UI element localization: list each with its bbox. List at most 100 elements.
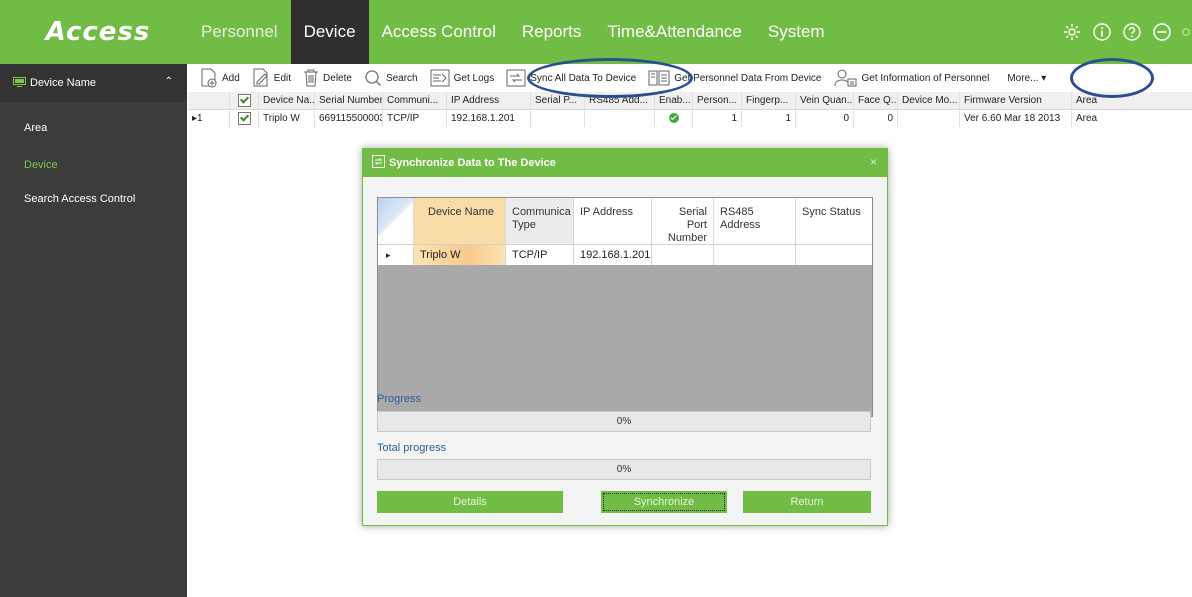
sync-all-label: Sync All Data To Device <box>530 72 637 84</box>
synchronize-button[interactable]: Synchronize <box>601 491 727 513</box>
header-device-name[interactable]: Device Na... <box>259 92 315 109</box>
cell-serial-number: 6691155000034 <box>315 110 383 127</box>
sync-dialog: Synchronize Data to The Device × Device … <box>362 148 888 526</box>
menu-personnel[interactable]: Personnel <box>188 0 291 64</box>
get-personnel-label: Get Personnel Data From Device <box>674 72 822 84</box>
header-serial-port[interactable]: Serial P... <box>531 92 585 109</box>
header-index <box>188 92 230 109</box>
delete-label: Delete <box>323 72 352 84</box>
header-communication[interactable]: Communi... <box>383 92 447 109</box>
header-rs485[interactable]: RS485 Add... <box>585 92 655 109</box>
monitor-icon <box>13 76 26 90</box>
table-header: Device Na... Serial Number Communi... IP… <box>188 92 1192 110</box>
cell-device-name: Triplo W <box>259 110 315 127</box>
header-firmware[interactable]: Firmware Version <box>960 92 1072 109</box>
row-checkbox[interactable] <box>230 110 259 127</box>
minimize-icon[interactable] <box>1152 22 1172 42</box>
cell-communication-type: TCP/IP <box>506 245 574 265</box>
cell-device-name: Triplo W <box>414 245 506 265</box>
sync-icon <box>506 69 526 87</box>
collapse-icon[interactable]: ⌃ <box>165 76 173 87</box>
sidebar: Device Name ⌃ Area Device Search Access … <box>0 64 187 597</box>
grid-corner <box>378 198 414 244</box>
cell-device-model <box>898 110 960 127</box>
header-rs485-address[interactable]: RS485 Address <box>714 198 796 244</box>
dialog-device-grid: Device Name Communica Type IP Address Se… <box>377 197 873 417</box>
get-information-button[interactable]: Get Information of Personnel <box>833 64 989 92</box>
dialog-grid-row[interactable]: ▸ Triplo W TCP/IP 192.168.1.201 <box>378 244 872 265</box>
menu-access-control[interactable]: Access Control <box>369 0 509 64</box>
details-button[interactable]: Details <box>377 491 563 513</box>
gear-icon[interactable] <box>1062 22 1082 42</box>
sidebar-item-area[interactable]: Area <box>24 122 47 134</box>
cell-ip-address: 192.168.1.201 <box>574 245 652 265</box>
edit-label: Edit <box>273 72 292 84</box>
header-select-all[interactable] <box>230 92 259 109</box>
app-logo: Access <box>45 17 151 47</box>
get-logs-button[interactable]: Get Logs <box>430 64 495 92</box>
close-icon[interactable] <box>1182 22 1190 42</box>
checkbox-icon[interactable] <box>237 112 251 125</box>
edit-button[interactable]: Edit <box>252 64 291 92</box>
sync-all-data-button[interactable]: Sync All Data To Device <box>506 64 636 92</box>
cell-communication: TCP/IP <box>383 110 447 127</box>
sidebar-header-label: Device Name <box>30 77 97 89</box>
header-area[interactable]: Area <box>1072 92 1132 109</box>
header-vein[interactable]: Vein Quan... <box>796 92 854 109</box>
info-icon[interactable] <box>1092 22 1112 42</box>
row-marker-icon: ▸ <box>378 245 414 265</box>
sidebar-header[interactable]: Device Name ⌃ <box>0 64 187 102</box>
cell-serial-port <box>531 110 585 127</box>
delete-button[interactable]: Delete <box>303 64 352 92</box>
dialog-titlebar[interactable]: Synchronize Data to The Device × <box>363 149 887 177</box>
edit-icon <box>252 68 270 88</box>
cell-ip-address: 192.168.1.201 <box>447 110 531 127</box>
cell-rs485 <box>585 110 655 127</box>
dialog-grid-header: Device Name Communica Type IP Address Se… <box>378 198 872 244</box>
total-progress-bar: 0% <box>377 459 871 480</box>
main-menu: Personnel Device Access Control Reports … <box>188 0 838 64</box>
header-ip-address[interactable]: IP Address <box>447 92 531 109</box>
cell-vein: 0 <box>796 110 854 127</box>
menu-system[interactable]: System <box>755 0 838 64</box>
device-table: Device Na... Serial Number Communi... IP… <box>188 92 1192 127</box>
table-row[interactable]: ▸1 Triplo W 6691155000034 TCP/IP 192.168… <box>188 110 1192 127</box>
progress-label: Progress <box>377 393 422 405</box>
top-bar: Access Personnel Device Access Control R… <box>0 0 1192 64</box>
menu-device[interactable]: Device <box>290 0 369 64</box>
person-info-icon <box>833 68 857 88</box>
sync-dialog-icon <box>372 155 385 171</box>
header-device-model[interactable]: Device Mo... <box>898 92 960 109</box>
add-icon <box>200 68 218 88</box>
get-personnel-data-button[interactable]: Get Personnel Data From Device <box>648 64 821 92</box>
return-button[interactable]: Return <box>743 491 871 513</box>
header-fingerprint[interactable]: Fingerp... <box>742 92 796 109</box>
header-enabled[interactable]: Enab... <box>655 92 693 109</box>
header-face[interactable]: Face Q... <box>854 92 898 109</box>
header-serial-port-number[interactable]: Serial Port Number <box>652 198 714 244</box>
row-index: ▸1 <box>188 110 230 127</box>
get-logs-label: Get Logs <box>453 72 495 84</box>
cell-face: 0 <box>854 110 898 127</box>
header-ip-address[interactable]: IP Address <box>574 198 652 244</box>
help-icon[interactable] <box>1122 22 1142 42</box>
menu-reports[interactable]: Reports <box>509 0 595 64</box>
header-communication-type[interactable]: Communica Type <box>506 198 574 244</box>
more-dropdown[interactable]: More... ▾ <box>1003 64 1046 92</box>
header-device-name[interactable]: Device Name <box>414 198 506 244</box>
cell-firmware: Ver 6.60 Mar 18 2013 <box>960 110 1072 127</box>
header-sync-status[interactable]: Sync Status <box>796 198 872 244</box>
total-progress-label: Total progress <box>377 442 447 454</box>
header-person[interactable]: Person... <box>693 92 742 109</box>
enabled-check-icon <box>668 113 679 123</box>
close-icon[interactable]: × <box>870 155 877 169</box>
search-button[interactable]: Search <box>364 64 418 92</box>
menu-time-attendance[interactable]: Time&Attendance <box>594 0 755 64</box>
checkbox-icon[interactable] <box>237 94 251 107</box>
sidebar-item-search-access-control[interactable]: Search Access Control <box>24 193 135 205</box>
sidebar-item-device[interactable]: Device <box>24 159 58 171</box>
cell-enabled <box>655 110 693 127</box>
add-button[interactable]: Add <box>200 64 240 92</box>
header-serial-number[interactable]: Serial Number <box>315 92 383 109</box>
cell-area: Area <box>1076 113 1098 124</box>
